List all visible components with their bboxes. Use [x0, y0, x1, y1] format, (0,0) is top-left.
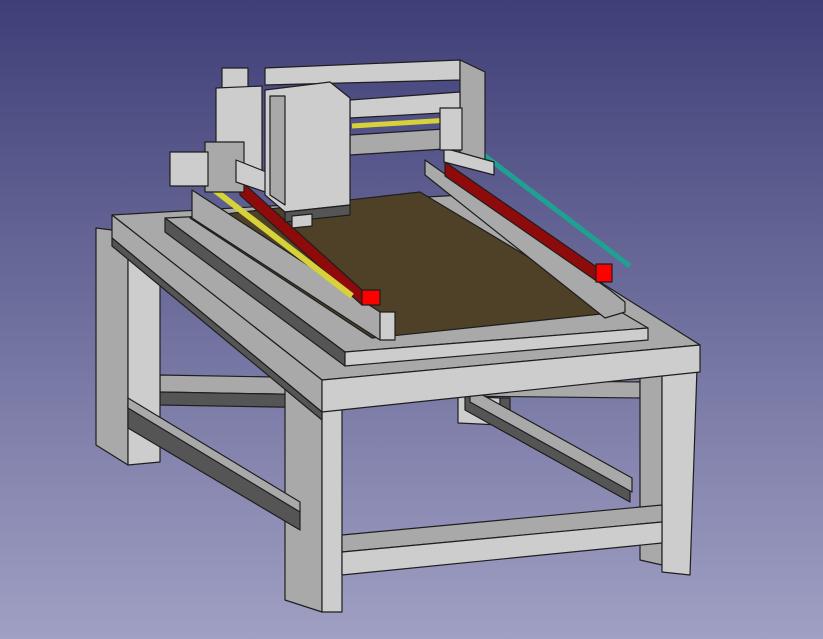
front-center-leg-front: [321, 381, 343, 613]
spindle-carriage: [264, 81, 351, 229]
front-left-leg-side: [95, 227, 129, 466]
cnc-router-model[interactable]: [0, 0, 823, 639]
left-red-end-block: [361, 289, 381, 306]
left-rail-support-end: [379, 311, 396, 341]
right-red-end-block: [595, 263, 613, 283]
left-stepper-motor: [169, 151, 209, 187]
spindle-tool: [291, 213, 313, 229]
z-axis-plate-side: [269, 95, 286, 206]
gantry-right-carriage: [439, 107, 463, 151]
3d-viewport[interactable]: [0, 0, 823, 639]
